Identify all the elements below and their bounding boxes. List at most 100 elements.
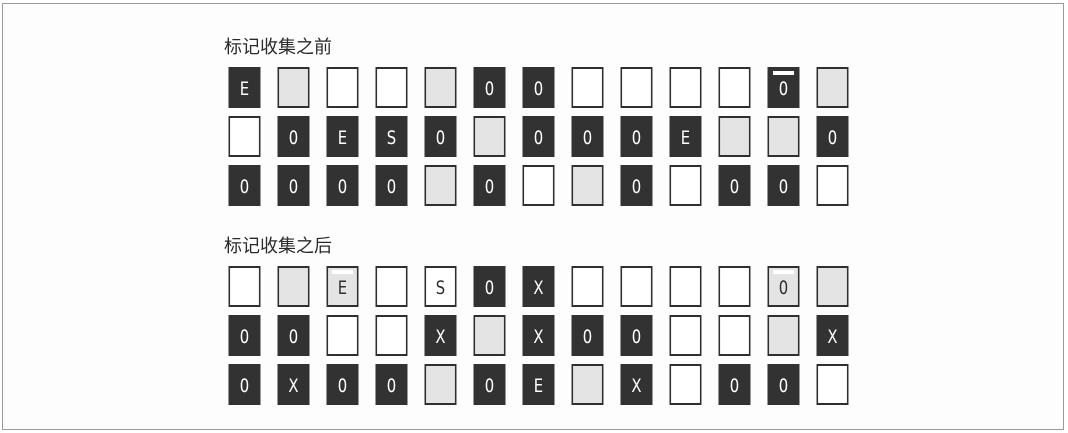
memory-cell bbox=[473, 116, 506, 157]
memory-cell: X bbox=[522, 315, 555, 356]
memory-cell bbox=[767, 315, 800, 356]
cell-label: 0 bbox=[631, 175, 642, 198]
cell-label: 0 bbox=[533, 126, 544, 149]
cell-label: X bbox=[631, 374, 642, 397]
cell-label: 0 bbox=[239, 175, 250, 198]
mark-bar bbox=[331, 270, 354, 274]
memory-cell: 0 bbox=[620, 315, 653, 356]
memory-cell: 0 bbox=[718, 364, 751, 405]
memory-cell bbox=[326, 67, 359, 108]
memory-cell bbox=[473, 315, 506, 356]
memory-cell: 0 bbox=[767, 165, 800, 206]
memory-cell: 0 bbox=[767, 364, 800, 405]
memory-cell: 0 bbox=[816, 116, 849, 157]
cell-label: 0 bbox=[778, 374, 789, 397]
memory-cell bbox=[718, 67, 751, 108]
cell-label: 0 bbox=[533, 77, 544, 100]
cell-row: 0 0 0 0 0 0 0 0 bbox=[224, 165, 861, 206]
memory-cell: X bbox=[522, 266, 555, 307]
memory-cell bbox=[424, 67, 457, 108]
memory-cell bbox=[375, 67, 408, 108]
memory-cell bbox=[277, 67, 310, 108]
memory-cell: 0 bbox=[326, 364, 359, 405]
section-before: 标记收集之前 E 0 0 0 0 E S 0 0 0 0 E 0 0 0 0 0 0 0 0 0 bbox=[224, 35, 861, 214]
memory-cell: 0 bbox=[473, 266, 506, 307]
memory-cell bbox=[424, 364, 457, 405]
cell-label: 0 bbox=[631, 325, 642, 348]
cell-label: E bbox=[337, 126, 348, 149]
memory-cell: X bbox=[816, 315, 849, 356]
memory-cell: 0 bbox=[620, 165, 653, 206]
memory-cell: S bbox=[424, 266, 457, 307]
memory-cell: E bbox=[669, 116, 702, 157]
section-title-before: 标记收集之前 bbox=[224, 37, 332, 58]
cell-label: 0 bbox=[778, 276, 789, 299]
cell-label: S bbox=[386, 126, 397, 149]
cell-row: 0 0 X X 0 0 X bbox=[224, 315, 861, 356]
memory-cell: 0 bbox=[473, 165, 506, 206]
figure-frame: 标记收集之前 E 0 0 0 0 E S 0 0 0 0 E 0 0 0 0 0 0 0 0 0 标记收集之后 E S 0 X… bbox=[2, 3, 1064, 430]
memory-cell: S bbox=[375, 116, 408, 157]
memory-cell bbox=[326, 315, 359, 356]
memory-cell bbox=[620, 67, 653, 108]
memory-cell bbox=[669, 364, 702, 405]
memory-cell: E bbox=[326, 116, 359, 157]
memory-cell: 0 bbox=[228, 364, 261, 405]
cell-row: 0 X 0 0 0 E X 0 0 bbox=[224, 364, 861, 405]
cell-label: 0 bbox=[484, 77, 495, 100]
section-after: 标记收集之后 E S 0 X 0 0 0 X X 0 0 X 0 X 0 0 0 E X 0 0 bbox=[224, 234, 861, 413]
memory-cell bbox=[816, 165, 849, 206]
memory-cell: 0 bbox=[277, 315, 310, 356]
memory-cell: 0 bbox=[228, 315, 261, 356]
cell-label: X bbox=[435, 325, 446, 348]
memory-cell: 0 bbox=[522, 67, 555, 108]
memory-cell bbox=[718, 266, 751, 307]
mark-bar bbox=[429, 270, 452, 274]
cell-label: E bbox=[680, 126, 691, 149]
memory-cell: E bbox=[228, 67, 261, 108]
memory-cell: 0 bbox=[767, 266, 800, 307]
mark-bar bbox=[772, 71, 795, 75]
cell-label: E bbox=[239, 77, 250, 100]
cell-label: 0 bbox=[484, 276, 495, 299]
cell-label: 0 bbox=[337, 175, 348, 198]
cell-label: E bbox=[337, 276, 348, 299]
memory-cell: X bbox=[424, 315, 457, 356]
cell-label: 0 bbox=[582, 325, 593, 348]
cell-label: E bbox=[533, 374, 544, 397]
cell-label: 0 bbox=[778, 77, 789, 100]
memory-cell: 0 bbox=[375, 364, 408, 405]
memory-cell: 0 bbox=[620, 116, 653, 157]
cell-grid-before: E 0 0 0 0 E S 0 0 0 0 E 0 0 0 0 0 0 0 0 0 bbox=[224, 67, 861, 206]
memory-cell bbox=[571, 67, 604, 108]
memory-cell: 0 bbox=[375, 165, 408, 206]
cell-label: 0 bbox=[484, 374, 495, 397]
memory-cell bbox=[375, 315, 408, 356]
cell-label: 0 bbox=[386, 374, 397, 397]
cell-label: 0 bbox=[337, 374, 348, 397]
cell-label: 0 bbox=[435, 126, 446, 149]
memory-cell bbox=[669, 266, 702, 307]
memory-cell bbox=[669, 315, 702, 356]
memory-cell bbox=[669, 67, 702, 108]
cell-row: 0 E S 0 0 0 0 E 0 bbox=[224, 116, 861, 157]
memory-cell: 0 bbox=[277, 116, 310, 157]
memory-cell: E bbox=[326, 266, 359, 307]
memory-cell bbox=[424, 165, 457, 206]
memory-cell bbox=[767, 116, 800, 157]
mark-bar bbox=[772, 270, 795, 274]
memory-cell bbox=[571, 266, 604, 307]
section-title-after: 标记收集之后 bbox=[224, 236, 332, 257]
memory-cell: 0 bbox=[424, 116, 457, 157]
cell-label: 0 bbox=[827, 126, 838, 149]
memory-cell bbox=[816, 67, 849, 108]
cell-label: X bbox=[827, 325, 838, 348]
cell-label: 0 bbox=[239, 325, 250, 348]
memory-cell: 0 bbox=[522, 116, 555, 157]
cell-grid-after: E S 0 X 0 0 0 X X 0 0 X 0 X 0 0 0 E X 0 0 bbox=[224, 266, 861, 405]
memory-cell bbox=[816, 364, 849, 405]
memory-cell bbox=[571, 364, 604, 405]
memory-cell: X bbox=[277, 364, 310, 405]
cell-label: X bbox=[533, 276, 544, 299]
memory-cell bbox=[620, 266, 653, 307]
